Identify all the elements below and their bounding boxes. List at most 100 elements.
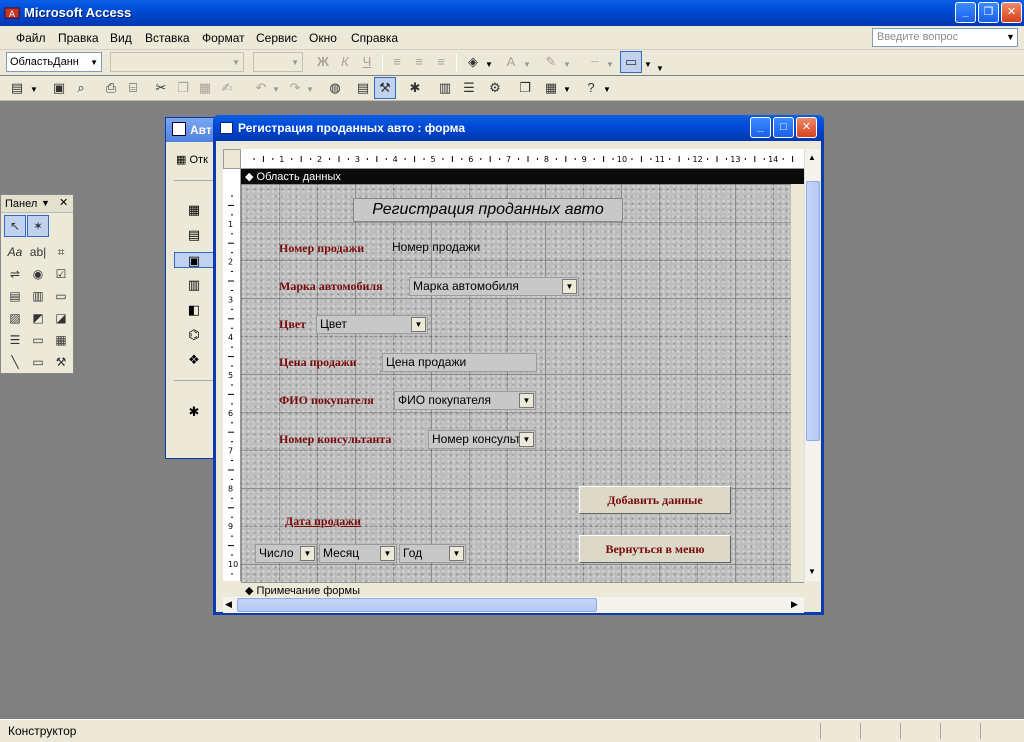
autoformat-icon[interactable]: ✱ — [404, 77, 426, 99]
toolbox-title-bar[interactable]: Панел ▼ ✕ — [1, 195, 73, 213]
chevron-down-icon[interactable]: ▼ — [41, 198, 50, 208]
more-controls-tool-icon[interactable]: ⚒ — [50, 351, 72, 373]
price-field[interactable]: Цена продажи — [382, 353, 537, 372]
button-tool-icon[interactable]: ▭ — [50, 285, 72, 307]
app-title-bar[interactable]: A Microsoft Access _ ❐ ✕ — [0, 0, 1024, 26]
minimize-button[interactable]: _ — [955, 2, 976, 23]
undo-icon[interactable]: ↶ — [250, 77, 272, 99]
fill-color-icon[interactable]: ◈ — [462, 51, 484, 73]
chevron-down-icon[interactable]: ▼ — [563, 85, 571, 94]
wizard-tool-icon[interactable]: ✶ — [27, 215, 49, 237]
menu-format[interactable]: Формат — [202, 31, 245, 45]
radio-tool-icon[interactable]: ◉ — [27, 263, 49, 285]
sale-date-label[interactable]: Дата продажи — [285, 514, 361, 529]
toolbox-icon[interactable]: ⚒ — [374, 77, 396, 99]
sale-month-select[interactable]: Месяц ▼ — [319, 544, 397, 563]
horizontal-scroll-thumb[interactable] — [237, 598, 597, 612]
paste-icon[interactable]: ▦ — [194, 77, 216, 99]
redo-icon[interactable]: ↷ — [284, 77, 306, 99]
print-preview-icon[interactable]: ⌸ — [122, 77, 144, 99]
pages-icon[interactable]: ◧ — [186, 302, 202, 318]
scroll-down-icon[interactable]: ▼ — [808, 567, 816, 576]
help-search-input[interactable]: Введите вопрос — [872, 28, 1018, 47]
sale-number-field[interactable]: Номер продажи — [389, 239, 499, 258]
chevron-down-icon[interactable]: ▼ — [485, 60, 493, 69]
menu-view[interactable]: Вид — [110, 31, 132, 45]
view-icon[interactable]: ▤ — [6, 77, 28, 99]
format-painter-icon[interactable]: ✍ — [216, 77, 238, 99]
consultant-select[interactable]: Номер консульт ▼ — [428, 430, 536, 449]
line-color-icon[interactable]: ✎ — [540, 51, 562, 73]
chevron-down-icon[interactable]: ▼ — [519, 393, 534, 408]
chevron-down-icon[interactable]: ▼ — [30, 85, 38, 94]
toolbox-panel[interactable]: Панел ▼ ✕ ↖ ✶ Aa ab| ⌗ ⇌ ◉ ☑ ▤ ▥ ▭ ▨ ◩ ◪… — [0, 194, 74, 374]
chevron-down-icon[interactable]: ▼ — [519, 432, 534, 447]
menu-window[interactable]: Окно — [309, 31, 337, 45]
scroll-up-icon[interactable]: ▲ — [808, 153, 816, 162]
toolbar-options-icon[interactable]: ▼ — [656, 64, 664, 73]
bound-object-tool-icon[interactable]: ◪ — [50, 307, 72, 329]
align-center-icon[interactable]: ≡ — [408, 51, 430, 73]
underline-button[interactable]: Ч — [356, 51, 378, 73]
price-label[interactable]: Цена продажи — [279, 355, 357, 370]
scroll-left-icon[interactable]: ◀ — [225, 599, 232, 610]
properties-icon[interactable]: ☰ — [458, 77, 480, 99]
chevron-down-icon[interactable]: ▼ — [1006, 32, 1015, 42]
form-window-title-bar[interactable]: Регистрация проданных авто : форма _ □ ✕ — [213, 115, 824, 141]
modules-icon[interactable]: ❖ — [186, 352, 202, 368]
field-list-icon[interactable]: ▤ — [352, 77, 374, 99]
sale-year-select[interactable]: Год ▼ — [399, 544, 466, 563]
car-brand-select[interactable]: Марка автомобиля ▼ — [409, 277, 579, 296]
form-heading[interactable]: Регистрация проданных авто — [353, 198, 623, 222]
select-tool-icon[interactable]: ↖ — [4, 215, 26, 237]
italic-button[interactable]: К — [334, 51, 356, 73]
sale-number-label[interactable]: Номер продажи — [279, 241, 364, 256]
forms-icon[interactable]: ▣ — [174, 252, 214, 268]
chevron-down-icon[interactable]: ▼ — [306, 85, 314, 94]
consultant-label[interactable]: Номер консультанта — [279, 432, 391, 447]
access-key-icon[interactable]: A — [4, 5, 20, 21]
combobox-tool-icon[interactable]: ▤ — [4, 285, 26, 307]
font-size-select[interactable]: ▼ — [253, 52, 303, 72]
form-maximize-button[interactable]: □ — [773, 117, 794, 138]
page-break-tool-icon[interactable]: ☰ — [4, 329, 26, 351]
unbound-object-tool-icon[interactable]: ◩ — [27, 307, 49, 329]
menu-edit[interactable]: Правка — [58, 31, 99, 45]
database-window-icon[interactable]: ❐ — [514, 77, 536, 99]
menu-file[interactable]: Файл — [16, 31, 46, 45]
chevron-down-icon[interactable]: ▼ — [380, 546, 395, 561]
option-group-tool-icon[interactable]: ⌗ — [50, 241, 72, 263]
rectangle-tool-icon[interactable]: ▭ — [27, 351, 49, 373]
add-data-button[interactable]: Добавить данные — [579, 486, 731, 514]
line-tool-icon[interactable]: ╲ — [4, 351, 26, 373]
chevron-down-icon[interactable]: ▼ — [411, 317, 426, 332]
sale-day-select[interactable]: Число ▼ — [255, 544, 317, 563]
buyer-label[interactable]: ФИО покупателя — [279, 393, 374, 408]
line-width-icon[interactable]: ┈ — [584, 51, 606, 73]
car-brand-label[interactable]: Марка автомобиля — [279, 279, 383, 294]
chevron-down-icon[interactable]: ▼ — [300, 546, 315, 561]
copy-icon[interactable]: ❐ — [172, 77, 194, 99]
section-header-form-footer[interactable]: ◆ Примечание формы — [241, 582, 804, 597]
menu-help[interactable]: Справка — [351, 31, 398, 45]
toggle-tool-icon[interactable]: ⇌ — [4, 263, 26, 285]
tab-control-tool-icon[interactable]: ▭ — [27, 329, 49, 351]
align-right-icon[interactable]: ≡ — [430, 51, 452, 73]
hyperlink-globe-icon[interactable]: ◍ — [324, 77, 346, 99]
font-name-select[interactable]: ▼ — [110, 52, 244, 72]
reports-icon[interactable]: ▥ — [186, 277, 202, 293]
color-select[interactable]: Цвет ▼ — [316, 315, 428, 334]
code-icon[interactable]: ▥ — [434, 77, 456, 99]
new-object-icon[interactable]: ▦ — [540, 77, 562, 99]
ruler-corner-select[interactable] — [223, 149, 241, 169]
print-icon[interactable]: ⎙ — [100, 77, 122, 99]
chevron-down-icon[interactable]: ▼ — [563, 60, 571, 69]
save-icon[interactable]: ▣ — [48, 77, 70, 99]
scroll-right-icon[interactable]: ▶ — [791, 599, 798, 610]
chevron-down-icon[interactable]: ▼ — [644, 60, 652, 69]
horizontal-scrollbar[interactable]: ◀ ▶ — [223, 597, 804, 613]
buyer-select[interactable]: ФИО покупателя ▼ — [394, 391, 536, 410]
chevron-down-icon[interactable]: ▼ — [562, 279, 577, 294]
close-button[interactable]: ✕ — [1001, 2, 1022, 23]
back-to-menu-button[interactable]: Вернуться в меню — [579, 535, 731, 563]
